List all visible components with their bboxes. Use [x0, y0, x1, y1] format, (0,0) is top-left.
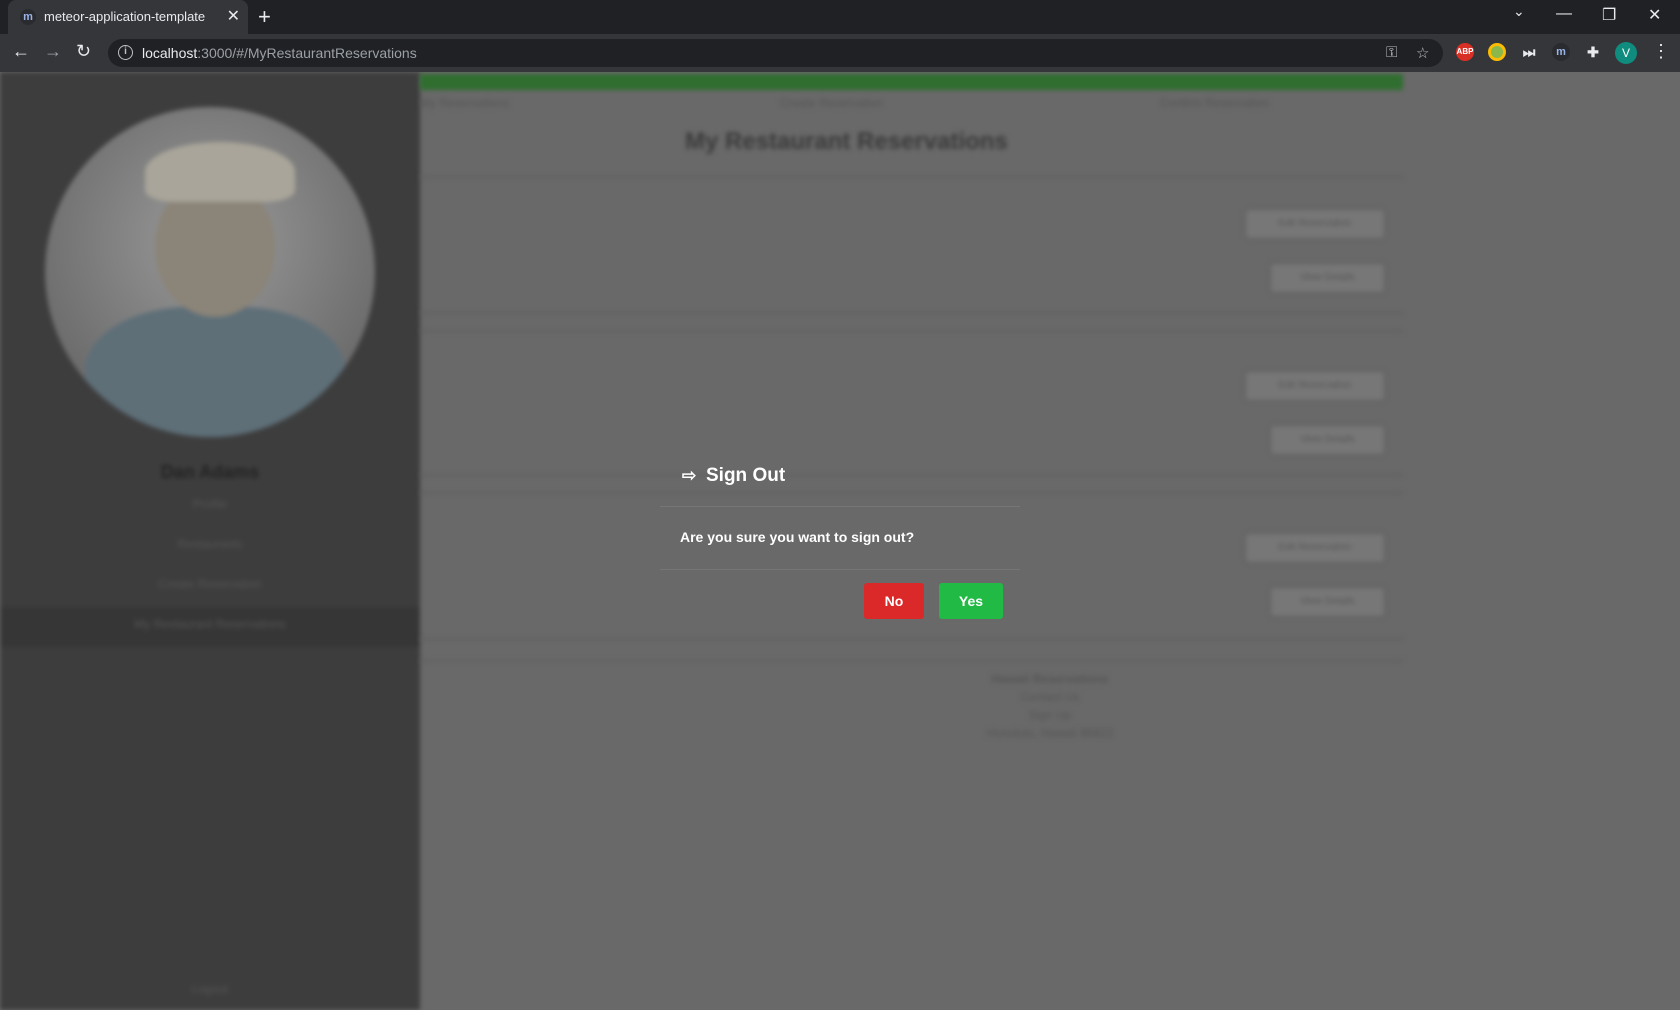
- sidebar-item-create-reservation: Create Reservation: [158, 577, 262, 591]
- browser-menu-icon[interactable]: ⋮: [1652, 41, 1670, 62]
- meteor-extension-icon[interactable]: m: [1552, 43, 1570, 61]
- sidebar-logout: Logout: [191, 982, 229, 996]
- no-button[interactable]: No: [864, 583, 924, 619]
- yes-button[interactable]: Yes: [939, 583, 1003, 619]
- minimize-button[interactable]: —: [1556, 5, 1572, 23]
- star-icon[interactable]: ☆: [1416, 44, 1429, 62]
- footer-contact: Contact Us: [1020, 690, 1080, 704]
- modal-header: ⇨ Sign Out: [660, 447, 1020, 507]
- profile-avatar[interactable]: V: [1615, 42, 1637, 64]
- edit-reservation-button: Edit Reservation: [1245, 371, 1385, 401]
- forward-button[interactable]: →: [44, 41, 62, 62]
- media-extension-icon[interactable]: ⏭: [1520, 43, 1538, 61]
- close-window-button[interactable]: ✕: [1648, 5, 1661, 25]
- signout-icon: ⇨: [682, 466, 697, 485]
- top-green-bar: [420, 74, 1403, 90]
- sidebar-user-name: Dan Adams: [160, 462, 260, 482]
- chrome-extension-icon[interactable]: [1488, 43, 1506, 61]
- sidebar-item-my-reservations: My Restaurant Reservations: [134, 617, 286, 631]
- address-bar[interactable]: i localhost:3000/#/MyRestaurantReservati…: [108, 39, 1443, 67]
- main-content: My Reservations Create Reservation Confi…: [420, 72, 1680, 1010]
- tab-close-icon[interactable]: ✕: [227, 6, 240, 26]
- modal-message: Are you sure you want to sign out?: [680, 529, 915, 545]
- nav-my-reservations: My Reservations: [420, 96, 510, 110]
- meteor-favicon-icon: m: [20, 9, 36, 25]
- view-details-button: View Details: [1270, 587, 1385, 617]
- modal-title: Sign Out: [706, 465, 786, 486]
- view-details-button: View Details: [1270, 263, 1385, 293]
- key-icon[interactable]: ⚿: [1386, 44, 1397, 61]
- puzzle-extensions-icon[interactable]: ✚: [1584, 43, 1602, 61]
- reload-button[interactable]: ↻: [76, 41, 91, 62]
- adblock-extension-icon[interactable]: ABP: [1456, 43, 1474, 61]
- footer-title: Hawaii Reservations: [991, 672, 1109, 686]
- edit-reservation-button: Edit Reservation: [1245, 209, 1385, 239]
- sidebar-item-profile: Profile: [192, 497, 227, 511]
- browser-tab[interactable]: m meteor-application-template ✕: [8, 0, 248, 34]
- tab-search-icon[interactable]: ⌄: [1513, 3, 1525, 20]
- nav-confirm-reservation: Confirm Reservation: [1160, 96, 1270, 110]
- signout-modal: ⇨ Sign Out Are you sure you want to sign…: [660, 447, 1020, 623]
- profile-photo: [45, 107, 375, 437]
- url-host: localhost: [142, 45, 198, 61]
- new-tab-button[interactable]: +: [258, 4, 271, 30]
- footer-signup: Sign Up: [1028, 708, 1072, 722]
- edit-reservation-button: Edit Reservation: [1245, 533, 1385, 563]
- browser-toolbar: ← → ↻ i localhost:3000/#/MyRestaurantRes…: [0, 34, 1680, 72]
- browser-tab-bar: m meteor-application-template ✕ + ⌄ — ❐ …: [0, 0, 1680, 34]
- modal-body: Are you sure you want to sign out?: [660, 507, 1020, 570]
- nav-create-reservation: Create Reservation: [780, 96, 884, 110]
- page-title: My Restaurant Reservations: [685, 128, 1008, 155]
- info-icon[interactable]: i: [118, 45, 133, 60]
- url-text[interactable]: localhost:3000/#/MyRestaurantReservation…: [142, 45, 417, 61]
- url-path: :3000/#/MyRestaurantReservations: [197, 45, 417, 61]
- back-button[interactable]: ←: [12, 41, 30, 62]
- tab-title: meteor-application-template: [44, 9, 206, 24]
- view-details-button: View Details: [1270, 425, 1385, 455]
- footer-address: Honolulu, Hawaii 96822: [986, 726, 1114, 740]
- restore-button[interactable]: ❐: [1602, 5, 1616, 25]
- sidebar-item-restaurants: Restaurants: [177, 537, 243, 551]
- sidebar: Dan Adams Profile Restaurants Create Res…: [0, 72, 420, 1010]
